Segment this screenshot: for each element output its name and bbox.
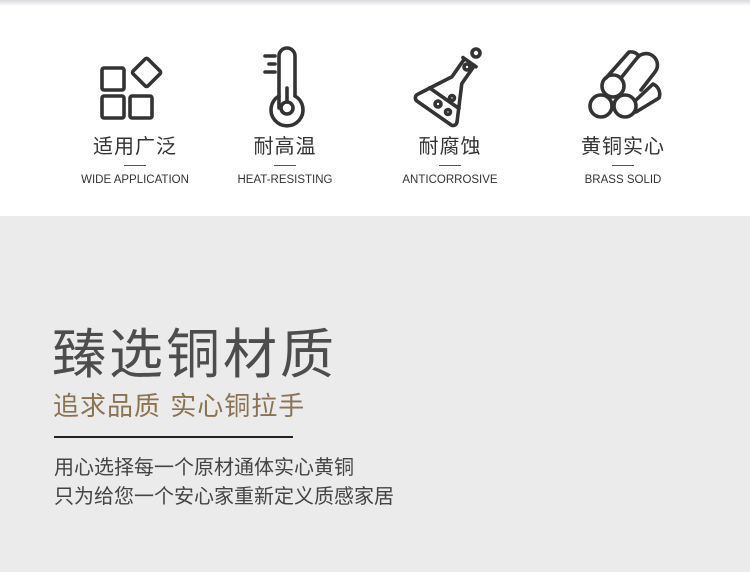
feature-title-zh: 黄铜实心 <box>581 134 665 158</box>
section-headline: 臻选铜材质 <box>52 323 337 386</box>
feature-divider <box>124 165 146 166</box>
grid-shapes-icon <box>93 46 177 130</box>
description-line-1: 用心选择每一个原材通体实心黄铜 <box>54 455 354 479</box>
material-section: 臻选铜材质 追求品质 实心铜拉手 用心选择每一个原材通体实心黄铜 只为给您一个安… <box>0 216 750 572</box>
feature-title-zh: 耐腐蚀 <box>418 134 482 158</box>
thermometer-icon <box>243 46 327 130</box>
section-description: 用心选择每一个原材通体实心黄铜 只为给您一个安心家重新定义质感家居 <box>54 453 394 511</box>
feature-divider <box>439 165 461 166</box>
feature-title-en: WIDE APPLICATION <box>81 174 189 186</box>
feature-title-en: ANTICORROSIVE <box>402 174 498 186</box>
brass-rods-icon <box>581 46 665 130</box>
section-subheadline: 追求品质 实心铜拉手 <box>53 392 306 422</box>
feature-divider <box>274 165 296 166</box>
description-line-2: 只为给您一个安心家重新定义质感家居 <box>54 484 394 508</box>
feature-title-zh: 适用广泛 <box>93 134 177 158</box>
feature-title-en: BRASS SOLID <box>584 174 662 186</box>
feature-anticorrosive: 耐腐蚀 ANTICORROSIVE <box>370 6 530 216</box>
feature-title-en: HEAT-RESISTING <box>237 174 333 186</box>
flask-icon <box>408 46 492 130</box>
feature-strip: 适用广泛 WIDE APPLICATION 耐高温 HEAT-RESISTING <box>0 6 750 216</box>
feature-title-zh: 耐高温 <box>253 134 317 158</box>
feature-divider <box>612 165 634 166</box>
feature-wide-application: 适用广泛 WIDE APPLICATION <box>55 6 215 216</box>
feature-heat-resisting: 耐高温 HEAT-RESISTING <box>205 6 365 216</box>
feature-brass-solid: 黄铜实心 BRASS SOLID <box>543 6 703 216</box>
section-divider <box>54 436 293 438</box>
